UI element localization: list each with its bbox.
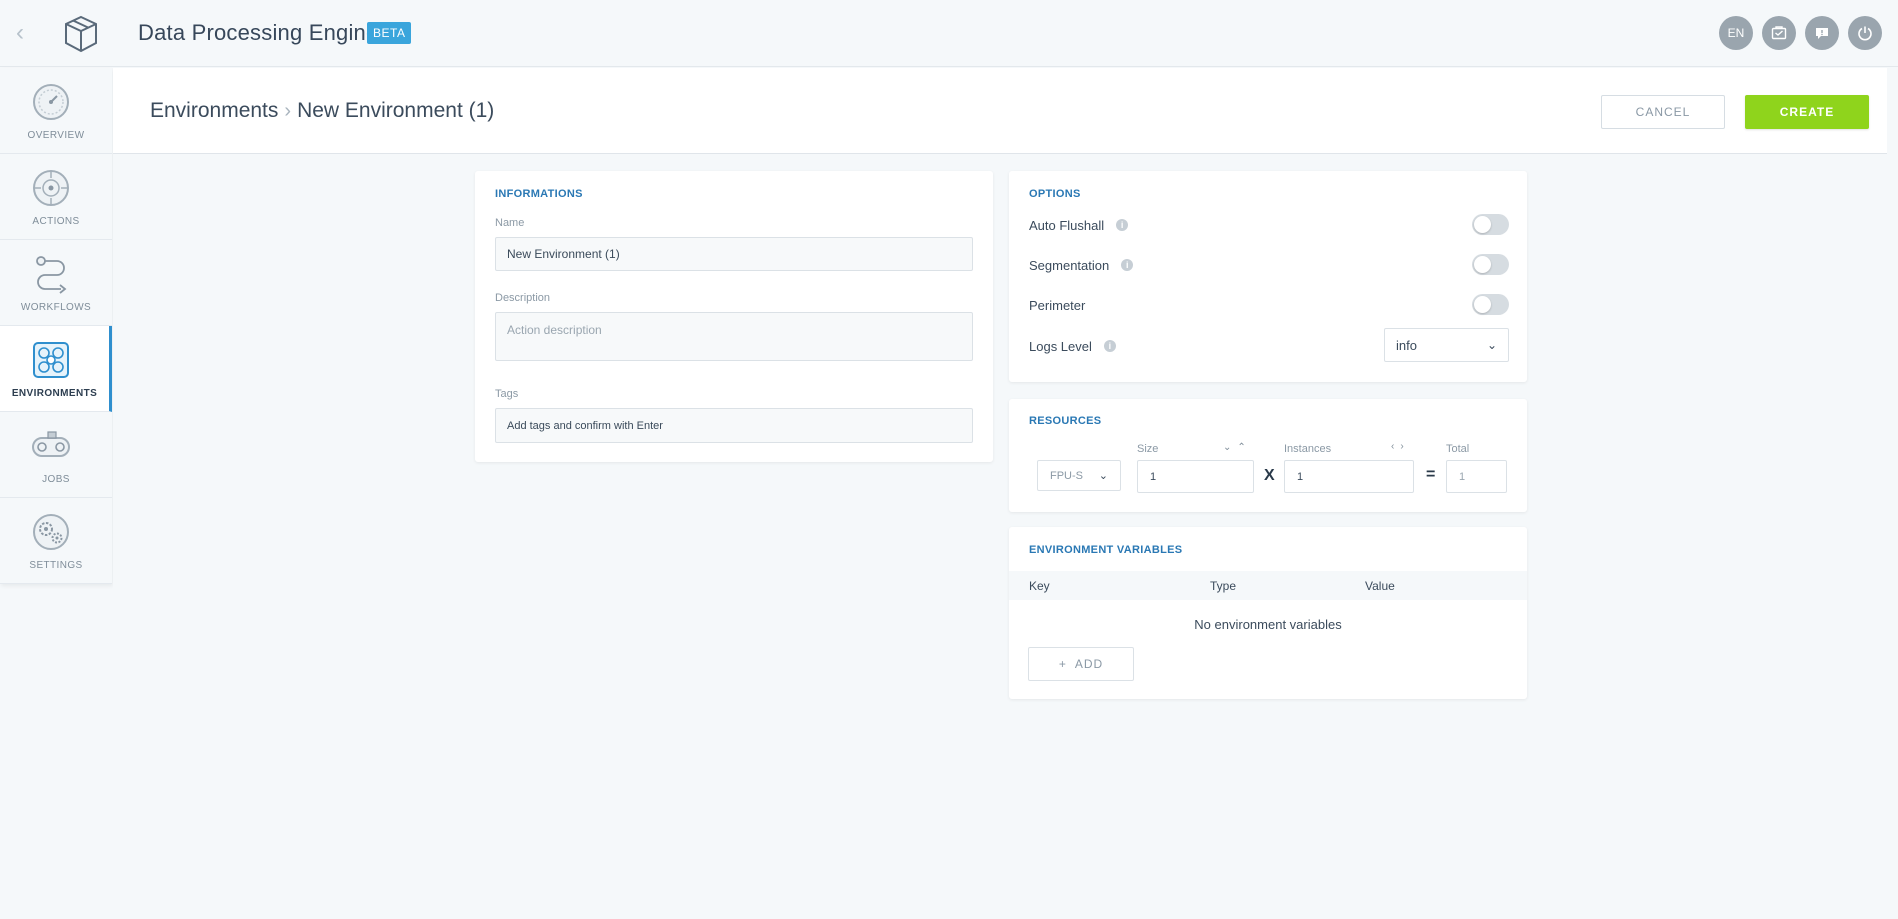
chevron-down-icon: ⌄ [1098,470,1108,482]
equals-sign: = [1426,466,1436,483]
power-icon[interactable] [1848,16,1882,50]
breadcrumb-environments[interactable]: Environments [150,99,278,123]
sidebar: OVERVIEW ACTIONS WORKFLOWS ENVIRONMENTS … [0,68,112,584]
info-icon[interactable]: i [1116,219,1129,231]
column-value: Value [1365,579,1395,593]
sidebar-item-label: ENVIRONMENTS [11,388,98,399]
chat-icon[interactable] [1805,16,1839,50]
card-title: INFORMATIONS [495,188,583,200]
perimeter-toggle[interactable] [1472,294,1509,315]
info-icon[interactable]: i [1121,259,1134,271]
auto-flushall-toggle[interactable] [1472,214,1509,235]
language-button[interactable]: EN [1719,16,1753,50]
sidebar-item-label: WORKFLOWS [20,302,92,313]
target-icon [33,170,69,206]
total-label: Total [1446,443,1470,455]
sidebar-item-actions[interactable]: ACTIONS [0,154,112,240]
column-type: Type [1210,579,1237,593]
page-header: Environments › New Environment (1) CANCE… [113,68,1887,154]
main-content: Environments › New Environment (1) CANCE… [113,68,1887,919]
top-bar: ‹ Data Processing Engine BETA EN [0,0,1898,67]
sidebar-item-label: ACTIONS [32,216,80,227]
tags-label: Tags [495,388,519,400]
logs-level-value: info [1396,337,1417,353]
informations-card: INFORMATIONS Name New Environment (1) De… [475,171,993,462]
sidebar-item-settings[interactable]: SETTINGS [0,498,112,584]
app-title: Data Processing Engine [138,20,379,45]
description-label: Description [495,292,551,304]
instances-label: Instances [1284,443,1332,455]
clipboard-icon[interactable] [1762,16,1796,50]
instances-input[interactable]: 1 [1284,460,1414,493]
workflow-icon [36,256,67,294]
segmentation-toggle[interactable] [1472,254,1509,275]
auto-flushall-row: Auto Flushall i [1029,213,1509,237]
sidebar-item-label: SETTINGS [29,560,83,571]
environments-icon [33,342,69,378]
add-label: ADD [1074,657,1104,671]
logs-level-select[interactable]: info ⌄ [1384,328,1509,362]
column-key: Key [1029,579,1050,593]
description-placeholder: Action description [507,323,602,337]
breadcrumb-current: New Environment (1) [297,99,495,122]
sidebar-item-label: JOBS [42,474,70,485]
environment-variables-card: ENVIRONMENT VARIABLES Key Type Value No … [1009,527,1527,699]
conveyor-icon [32,431,70,457]
add-variable-button[interactable]: + ADD [1028,647,1134,681]
instances-stepper-icon[interactable]: ‹› [1391,441,1410,452]
card-title: RESOURCES [1029,415,1102,427]
fpu-select[interactable]: FPU-S ⌄ [1037,460,1121,491]
sidebar-item-workflows[interactable]: WORKFLOWS [0,240,112,326]
info-icon[interactable]: i [1103,340,1116,352]
total-value: 1 [1446,460,1507,493]
breadcrumb: Environments › New Environment (1) [150,99,494,123]
segmentation-label: Segmentation [1029,257,1110,273]
logs-level-row: Logs Level i info ⌄ [1029,328,1509,362]
size-stepper-icon[interactable]: ⌄⌃ [1223,442,1252,453]
app-box-icon [65,15,97,53]
table-header: Key Type Value [1009,571,1527,600]
multiply-sign: X [1264,467,1275,484]
tags-placeholder: Add tags and confirm with Enter [507,419,663,432]
sidebar-item-label: OVERVIEW [27,130,85,141]
perimeter-row: Perimeter [1029,293,1509,317]
gauge-icon [33,84,69,120]
chevron-right-icon: › [284,99,292,122]
plus-icon: + [1058,657,1067,671]
fpu-value: FPU-S [1050,469,1083,482]
segmentation-row: Segmentation i [1029,253,1509,277]
size-label: Size [1137,443,1159,455]
empty-message: No environment variables [1194,617,1342,632]
name-field[interactable]: New Environment (1) [495,237,973,271]
cancel-button[interactable]: CANCEL [1601,95,1725,129]
auto-flushall-label: Auto Flushall [1029,217,1105,233]
create-button[interactable]: CREATE [1745,95,1869,129]
name-label: Name [495,217,525,229]
options-card: OPTIONS Auto Flushall i Segmentation i P… [1009,171,1527,382]
card-title: OPTIONS [1029,188,1081,200]
logs-level-label: Logs Level [1029,338,1092,354]
perimeter-label: Perimeter [1029,297,1086,313]
beta-badge: BETA [367,22,412,44]
size-input[interactable]: 1 [1137,460,1254,493]
card-title: ENVIRONMENT VARIABLES [1029,544,1183,556]
description-field[interactable]: Action description [495,312,973,361]
gears-icon [33,514,69,550]
sidebar-item-jobs[interactable]: JOBS [0,412,112,498]
chevron-down-icon: ⌄ [1486,338,1497,352]
sidebar-item-overview[interactable]: OVERVIEW [0,68,112,154]
back-arrow-icon[interactable]: ‹ [16,20,38,46]
sidebar-item-environments[interactable]: ENVIRONMENTS [0,326,112,412]
tags-input[interactable]: Add tags and confirm with Enter [495,408,973,443]
resources-card: RESOURCES FPU-S ⌄ Size ⌄⌃ 1 X Instances … [1009,399,1527,512]
